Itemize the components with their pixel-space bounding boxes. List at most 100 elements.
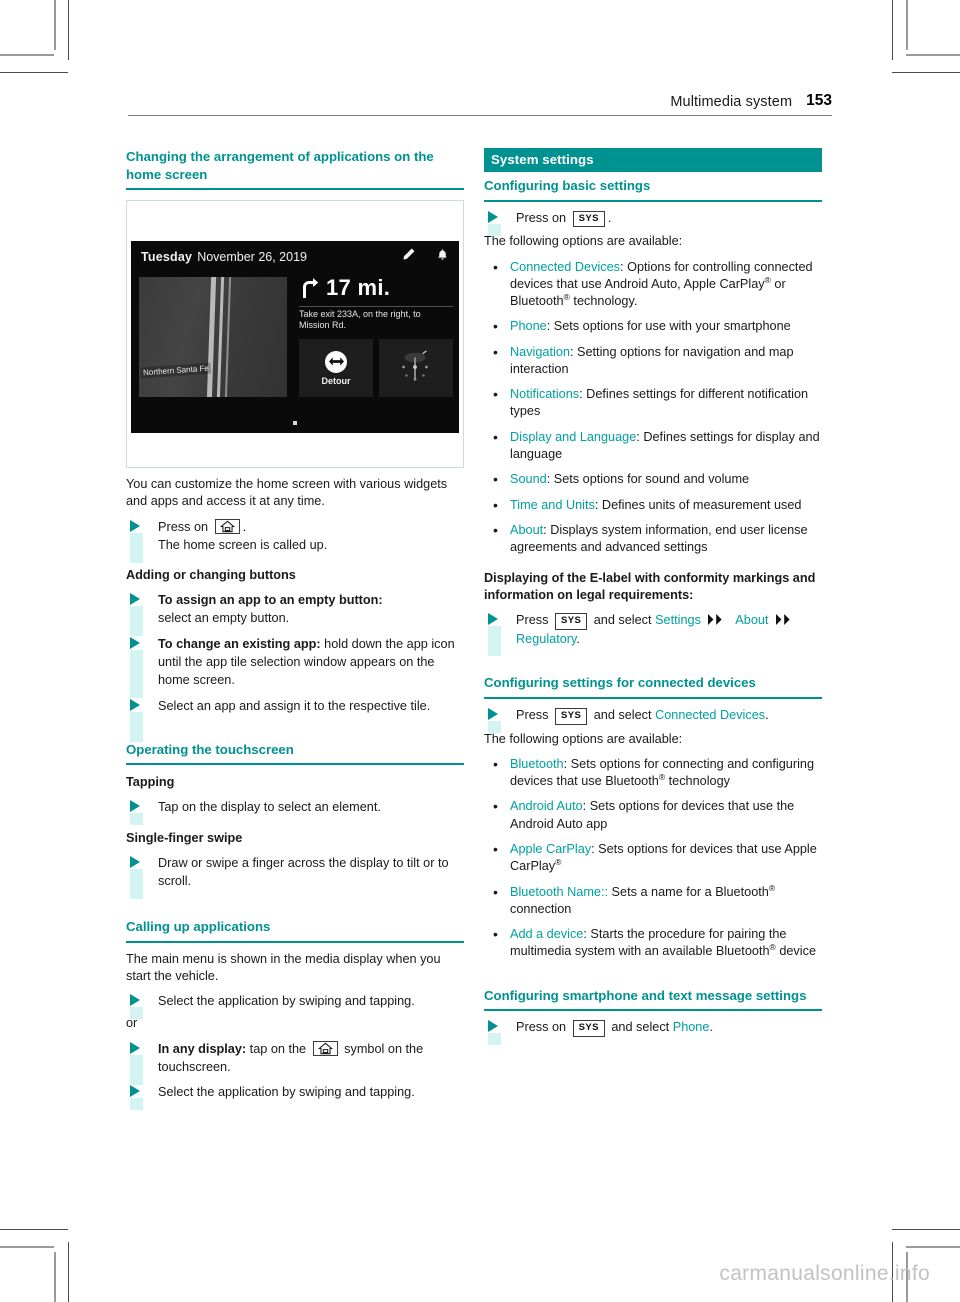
left-column: Changing the arrangement of applications… <box>126 148 464 1111</box>
menu-item-connected-devices[interactable]: Connected Devices <box>655 708 765 722</box>
crop-mark-tr-v2 <box>906 0 908 50</box>
subheading-single-finger-swipe: Single-finger swipe <box>126 830 243 845</box>
heading-configuring-smartphone-settings: Configuring smartphone and text message … <box>484 987 822 1012</box>
step-select-application-1-text: Select the application by swiping and ta… <box>158 994 415 1009</box>
list-item: Sound: Sets options for sound and volume <box>484 470 822 489</box>
sys-key-button[interactable]: SYS <box>572 1020 605 1037</box>
step-elabel-and-select: and select <box>593 613 652 628</box>
step-marker <box>488 1020 503 1046</box>
menu-item-android-auto[interactable]: Android Auto <box>510 799 583 813</box>
step-marker <box>488 707 503 733</box>
option-description: : Sets options for sound and volume <box>546 472 750 487</box>
step-any-display-bold: In any display: <box>158 1041 247 1056</box>
menu-item-add-a-device[interactable]: Add a device <box>510 927 583 941</box>
compass-tile[interactable] <box>379 339 453 398</box>
list-item: Bluetooth Name:: Sets a name for a Bluet… <box>484 883 822 919</box>
step-change-app-bold: To change an existing app: <box>158 636 321 651</box>
heading-configuring-basic-settings: Configuring basic settings <box>484 177 822 202</box>
crop-mark-tr-h <box>892 72 960 73</box>
menu-item-time-and-units[interactable]: Time and Units <box>510 498 595 512</box>
step-press-home: Press on . The home screen is called up. <box>126 518 464 563</box>
step-press-sys-period: . <box>607 210 612 225</box>
step-select-application-2: Select the application by swiping and ta… <box>126 1083 464 1111</box>
menu-item-apple-carplay[interactable]: Apple CarPlay <box>510 842 591 856</box>
menu-item-notifications[interactable]: Notifications <box>510 387 579 401</box>
menu-item-display-and-language[interactable]: Display and Language <box>510 430 636 444</box>
step-elabel-period: . <box>576 632 580 647</box>
list-item: About: Displays system information, end … <box>484 521 822 557</box>
subheading-adding-buttons: Adding or changing buttons <box>126 568 296 583</box>
crop-mark-tl-h <box>0 72 68 73</box>
home-icon[interactable] <box>214 518 240 534</box>
step-marker <box>130 636 145 698</box>
step-select-tile-text: Select an app and assign it to the respe… <box>158 698 431 713</box>
step-marker <box>130 855 145 899</box>
menu-item-about[interactable]: About <box>735 613 768 627</box>
screen-status-icons <box>401 247 449 267</box>
step-assign-app: To assign an app to an empty button: sel… <box>126 591 464 637</box>
menu-item-connected-devices[interactable]: Connected Devices <box>510 260 620 274</box>
step-any-display: In any display: tap on the symbol on the… <box>126 1040 464 1085</box>
step-swipe-text: Draw or swipe a finger across the displa… <box>158 855 449 888</box>
screen-date: November 26, 2019 <box>197 250 307 265</box>
crop-mark-tr-v <box>892 0 893 60</box>
page-number: 153 <box>806 92 832 109</box>
step-tap-text: Tap on the display to select an element. <box>158 800 381 815</box>
screen-status-bar: Tuesday November 26, 2019 <box>131 241 459 273</box>
step-marker <box>130 519 145 563</box>
compass-icon <box>396 348 436 388</box>
step-marker <box>488 210 503 236</box>
heading-configuring-connected-devices: Configuring settings for connected devic… <box>484 674 822 699</box>
bell-icon[interactable] <box>436 248 449 267</box>
step-smartphone-press-label: Press on <box>516 1020 567 1035</box>
distance-value: 17 mi. <box>326 275 391 301</box>
sys-key-button[interactable]: SYS <box>554 613 588 631</box>
step-marker <box>488 613 503 657</box>
sys-key-button[interactable]: SYS <box>554 707 588 725</box>
basic-following-options: The following options are available: <box>484 234 683 249</box>
menu-item-bluetooth-name[interactable]: Bluetooth Name:: <box>510 885 608 899</box>
page-indicator-dots[interactable] <box>131 419 459 427</box>
detour-tile[interactable]: Detour <box>299 339 373 398</box>
page-header: Multimedia system 153 <box>128 92 832 116</box>
or-separator: or <box>126 1016 138 1031</box>
step-select-application-2-text: Select the application by swiping and ta… <box>158 1085 415 1100</box>
home-icon[interactable] <box>312 1040 338 1056</box>
heading-operating-touchscreen: Operating the touchscreen <box>126 741 464 766</box>
list-item: Time and Units: Defines units of measure… <box>484 495 822 514</box>
sys-key-button[interactable]: SYS <box>572 210 605 228</box>
step-smartphone-period: . <box>709 1020 713 1035</box>
step-tap: Tap on the display to select an element. <box>126 798 464 826</box>
map-thumbnail[interactable]: Northern Santa Fe <box>139 277 287 398</box>
crop-mark-bl-h2 <box>0 1246 54 1248</box>
menu-item-settings[interactable]: Settings <box>655 613 701 627</box>
navigation-instruction: Take exit 233A, on the right, to Mission… <box>299 309 421 331</box>
step-press-sys-connected: Press SYS and select Connected Devices. <box>484 706 822 733</box>
menu-item-sound[interactable]: Sound <box>510 472 547 486</box>
menu-item-about[interactable]: About <box>510 523 543 537</box>
menu-item-phone[interactable]: Phone <box>510 319 547 333</box>
list-item: Display and Language: Defines settings f… <box>484 428 822 464</box>
step-select-tile: Select an app and assign it to the respe… <box>126 697 464 742</box>
list-item: Navigation: Setting options for navigati… <box>484 343 822 379</box>
detour-label: Detour <box>321 375 351 386</box>
screen-day: Tuesday <box>141 250 193 265</box>
menu-item-bluetooth[interactable]: Bluetooth <box>510 757 564 771</box>
step-marker <box>130 1041 145 1085</box>
list-item: Bluetooth: Sets options for connecting a… <box>484 755 822 791</box>
heading-changing-arrangement: Changing the arrangement of applications… <box>126 148 464 191</box>
step-marker <box>130 800 145 826</box>
screen-tiles: Detour <box>299 339 453 398</box>
connected-following-options: The following options are available: <box>484 731 683 746</box>
step-assign-app-rest: select an empty button. <box>158 611 290 626</box>
menu-item-phone[interactable]: Phone <box>673 1020 710 1034</box>
subheading-tapping: Tapping <box>126 775 175 790</box>
crop-mark-tl-h2 <box>0 54 54 56</box>
step-elabel-path: Press SYS and select Settings About Regu… <box>484 611 822 657</box>
menu-item-regulatory[interactable]: Regulatory <box>516 632 576 646</box>
intro-paragraph: You can customize the home screen with v… <box>126 477 448 509</box>
menu-item-navigation[interactable]: Navigation <box>510 345 570 359</box>
pencil-icon[interactable] <box>401 247 416 267</box>
option-description: : Displays system information, end user … <box>510 522 808 555</box>
step-marker <box>130 994 145 1020</box>
